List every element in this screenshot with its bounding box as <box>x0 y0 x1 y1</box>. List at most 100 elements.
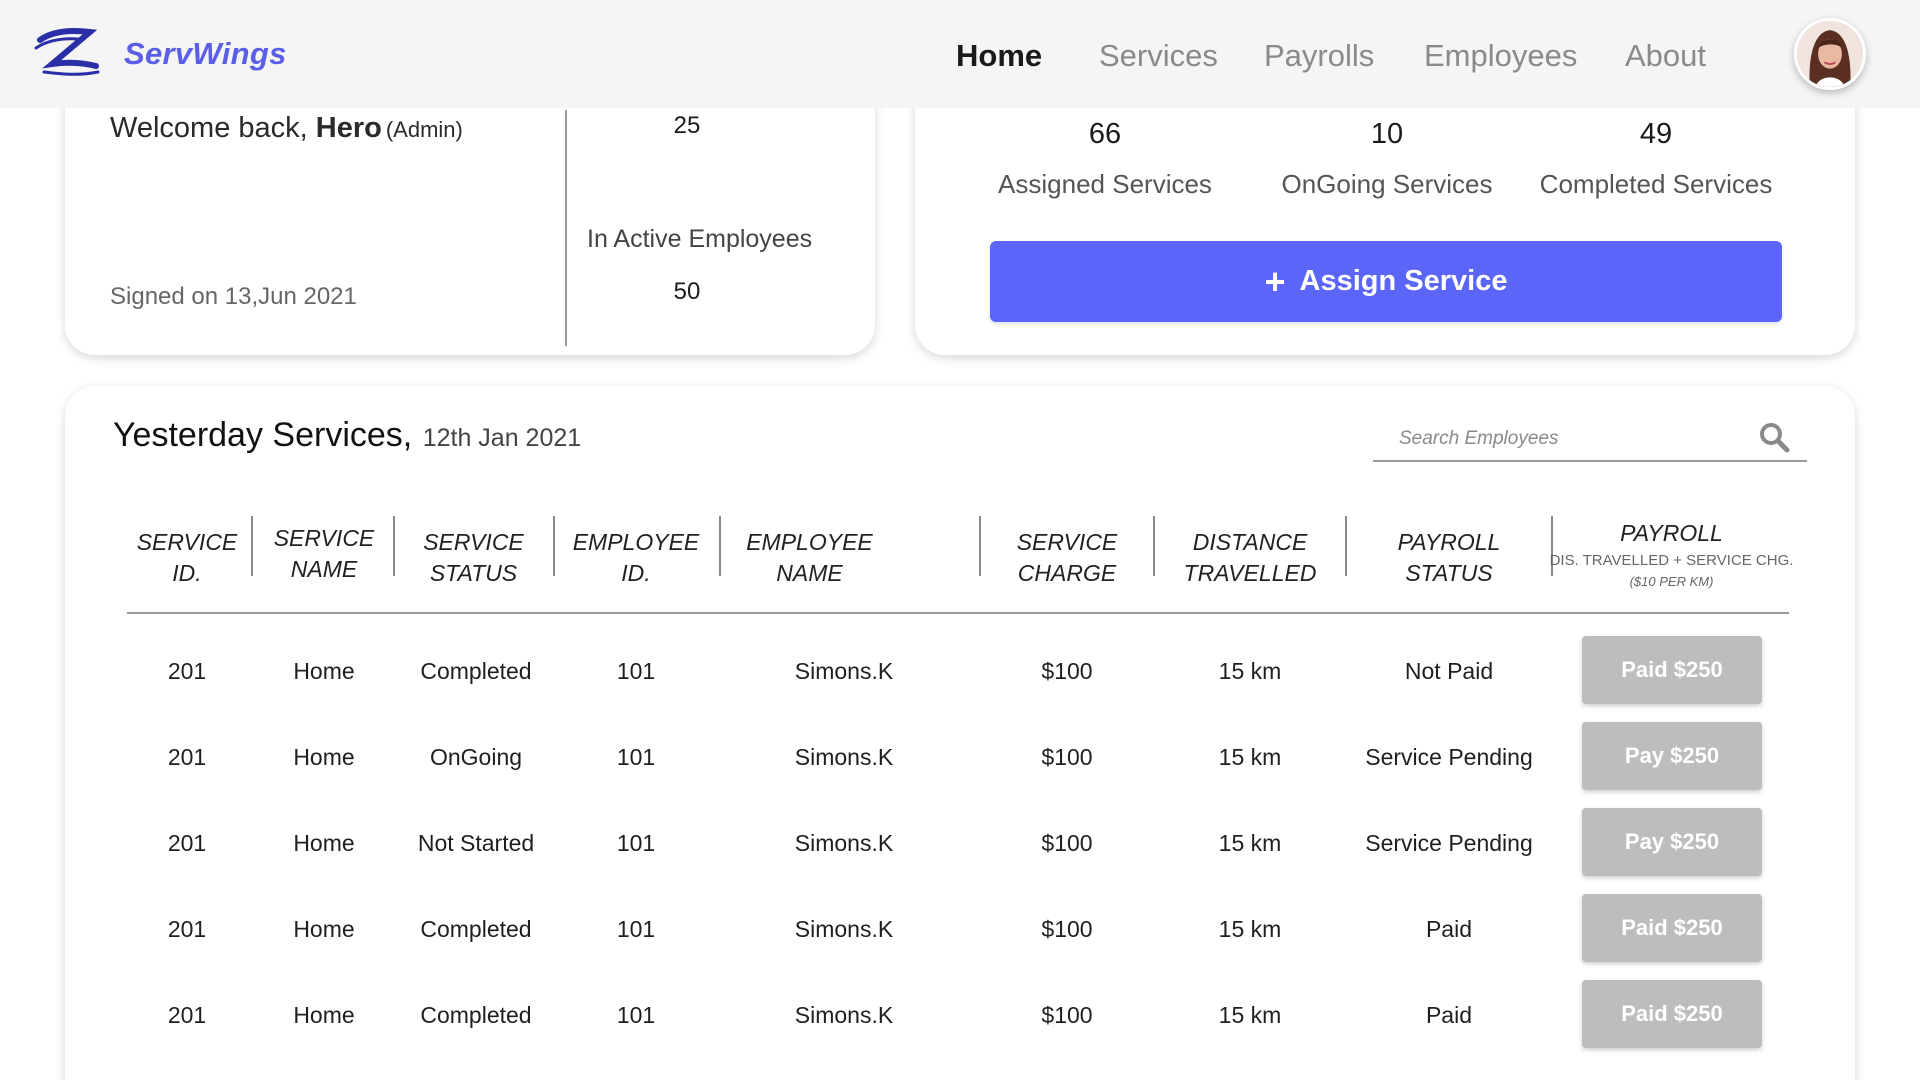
th-service-status-line2: STATUS <box>429 560 518 586</box>
stat-assigned-value: 66 <box>1088 118 1122 150</box>
nav-home[interactable]: Home <box>956 38 1042 74</box>
th-service-name-line1: SERVICE <box>273 525 375 551</box>
cell-service-status: Not Started <box>417 829 535 856</box>
stat-completed-value: 49 <box>1639 118 1673 150</box>
payroll-action-button[interactable]: Pay $250 <box>1582 722 1762 790</box>
cell-service-id: 201 <box>167 1001 207 1028</box>
cell-distance: 15 km <box>1218 829 1282 856</box>
cell-service-status: Completed <box>420 1001 532 1028</box>
search-employees-input[interactable] <box>1399 422 1759 456</box>
top-navbar: ServWings Home Services Payrolls Employe… <box>0 0 1920 108</box>
th-divider <box>553 516 555 576</box>
main-nav: Home Services Payrolls Employees About <box>0 38 1920 78</box>
cell-distance: 15 km <box>1218 1001 1282 1028</box>
th-divider <box>251 516 253 576</box>
cell-payroll-status: Not Paid <box>1404 657 1494 684</box>
payroll-action-button[interactable]: Pay $250 <box>1582 808 1762 876</box>
th-distance-line2: TRAVELLED <box>1183 560 1317 586</box>
search-icon[interactable] <box>1757 420 1791 454</box>
th-employee-id: EMPLOYEE ID. <box>556 516 716 600</box>
th-distance-line1: DISTANCE <box>1192 529 1308 555</box>
th-payroll-status-line1: PAYROLL <box>1397 529 1501 555</box>
cell-service-name: Home <box>293 829 355 856</box>
th-divider <box>979 516 981 576</box>
assign-service-button[interactable]: + Assign Service <box>990 241 1782 322</box>
th-service-name-line2: NAME <box>290 556 358 582</box>
cell-payroll-status: Service Pending <box>1365 743 1533 770</box>
table-row: 201 Home OnGoing 101 Simons.K $100 15 km… <box>127 722 1789 792</box>
table-title-main: Yesterday Services, <box>113 416 413 454</box>
table-row: 201 Home Completed 101 Simons.K $100 15 … <box>127 894 1789 964</box>
th-service-charge-line2: CHARGE <box>1017 560 1117 586</box>
th-employee-name-line2: NAME <box>776 560 843 586</box>
stat-assigned-label: Assigned Services <box>998 169 1212 199</box>
nav-employees[interactable]: Employees <box>1424 38 1577 74</box>
stat-ongoing-value: 10 <box>1370 118 1404 150</box>
inactive-employees-count: 50 <box>673 278 701 305</box>
cell-employee-name: Simons.K <box>794 829 894 856</box>
cell-service-charge: $100 <box>1041 829 1093 856</box>
yesterday-services-card: Yesterday Services, 12th Jan 2021 SERVIC… <box>65 386 1855 1080</box>
payroll-action-button[interactable]: Paid $250 <box>1582 894 1762 962</box>
cell-employee-id: 101 <box>616 1001 656 1028</box>
th-divider <box>1153 516 1155 576</box>
cell-employee-name: Simons.K <box>794 657 894 684</box>
th-service-name: SERVICE NAME <box>254 512 394 596</box>
table-title-date: 12th Jan 2021 <box>422 424 582 452</box>
stat-ongoing-label: OnGoing Services <box>1281 169 1493 199</box>
cell-service-status: Completed <box>420 915 532 942</box>
active-employees-count: 25 <box>673 112 701 139</box>
th-employee-id-line1: EMPLOYEE <box>572 529 700 555</box>
th-service-charge: SERVICE CHARGE <box>982 516 1152 600</box>
welcome-user-role: (Admin) <box>385 117 463 142</box>
cell-service-id: 201 <box>167 657 207 684</box>
cell-distance: 15 km <box>1218 657 1282 684</box>
table-title: Yesterday Services, 12th Jan 2021 <box>113 416 581 455</box>
th-payroll-status: PAYROLL STATUS <box>1348 516 1550 600</box>
cell-service-charge: $100 <box>1041 743 1093 770</box>
th-divider <box>1345 516 1347 576</box>
signed-on-date: Signed on 13,Jun 2021 <box>110 283 357 310</box>
inactive-employees-label: In Active Employees <box>587 225 813 253</box>
cell-employee-name: Simons.K <box>794 743 894 770</box>
th-service-status-line1: SERVICE <box>423 529 524 555</box>
table-row: 201 Home Completed 101 Simons.K $100 15 … <box>127 980 1789 1050</box>
nav-services[interactable]: Services <box>1099 38 1218 74</box>
cell-employee-id: 101 <box>616 915 656 942</box>
assign-service-label: Assign Service <box>1299 265 1508 297</box>
cell-service-name: Home <box>293 915 355 942</box>
welcome-divider <box>565 110 567 346</box>
user-avatar-photo <box>1797 21 1863 87</box>
cell-employee-name: Simons.K <box>794 1001 894 1028</box>
cell-service-name: Home <box>293 743 355 770</box>
user-avatar[interactable] <box>1794 18 1866 90</box>
stat-completed-label: Completed Services <box>1539 169 1773 199</box>
payroll-action-button[interactable]: Paid $250 <box>1582 636 1762 704</box>
th-employee-name-line1: EMPLOYEE <box>746 529 873 555</box>
cell-service-charge: $100 <box>1041 915 1093 942</box>
th-service-charge-line1: SERVICE <box>1016 529 1118 555</box>
cell-distance: 15 km <box>1218 743 1282 770</box>
cell-payroll-status: Paid <box>1425 1001 1473 1028</box>
welcome-user-name: Hero <box>315 112 382 144</box>
cell-distance: 15 km <box>1218 915 1282 942</box>
th-payroll-subtitle: DIS. TRAVELLED + SERVICE CHG. <box>1549 551 1794 569</box>
th-service-id: SERVICE ID. <box>127 516 247 600</box>
th-employee-id-line2: ID. <box>621 560 651 586</box>
cell-employee-id: 101 <box>616 657 656 684</box>
cell-payroll-status: Paid <box>1425 915 1473 942</box>
cell-service-charge: $100 <box>1041 657 1093 684</box>
cell-employee-id: 101 <box>616 829 656 856</box>
nav-about[interactable]: About <box>1625 38 1706 74</box>
table-row: 201 Home Not Started 101 Simons.K $100 1… <box>127 808 1789 878</box>
payroll-action-button[interactable]: Paid $250 <box>1582 980 1762 1048</box>
cell-service-name: Home <box>293 1001 355 1028</box>
table-row: 201 Home Completed 101 Simons.K $100 15 … <box>127 636 1789 706</box>
table-header: SERVICE ID. SERVICE NAME SERVICE STATUS … <box>127 516 1793 614</box>
cell-employee-id: 101 <box>616 743 656 770</box>
welcome-message: Welcome back, Hero (Admin) <box>110 112 463 145</box>
search-employees <box>1373 418 1807 462</box>
th-employee-name: EMPLOYEE NAME <box>722 516 897 600</box>
welcome-greeting: Welcome back, <box>110 112 316 144</box>
nav-payrolls[interactable]: Payrolls <box>1264 38 1374 74</box>
